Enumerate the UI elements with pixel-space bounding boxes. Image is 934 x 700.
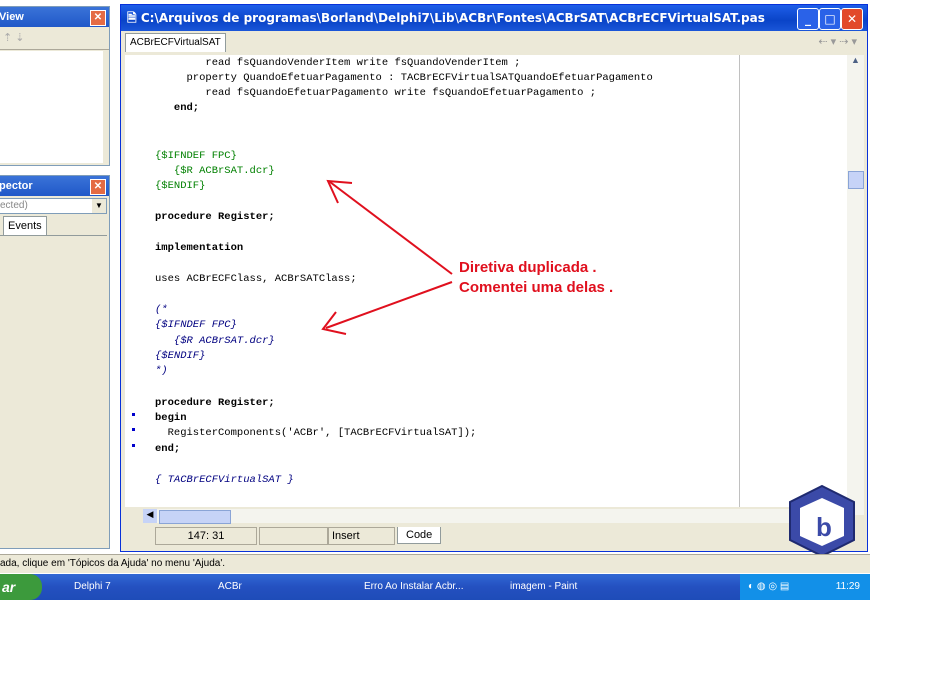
taskbar-item-acbr[interactable]: ACBr [198,577,348,597]
tray-icons[interactable]: ◐ ◍ ◎ ▤ [748,581,789,592]
start-button[interactable]: ar [0,574,42,600]
svg-text:b: b [816,512,832,542]
taskbar-item-chrome[interactable]: Erro Ao Instalar Acbr... [344,577,494,597]
clock: 11:29 [835,581,860,592]
system-tray: ◐ ◍ ◎ ▤ 11:29 [740,574,870,600]
help-bar: ada, clique em 'Tópicos da Ajuda' no men… [0,554,870,573]
taskbar: ar Delphi 7 ACBr Erro Ao Instalar Acbr..… [0,574,870,600]
taskbar-item-delphi[interactable]: Delphi 7 [54,577,204,597]
annotation-text: Diretiva duplicada . Comentei uma delas … [459,259,614,296]
taskbar-item-paint[interactable]: imagem - Paint [490,577,640,597]
delphi-b-icon: b [788,484,856,558]
